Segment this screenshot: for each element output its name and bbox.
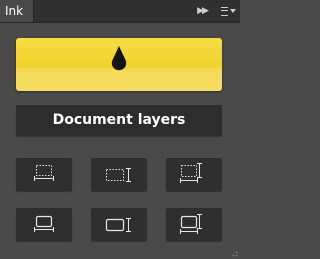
chevron-down-icon [230,9,236,13]
layout-dashed-top-baseline-button[interactable] [16,158,72,191]
layout-dashed-corner-cursor-button[interactable] [166,158,222,191]
dashed-frame-cursor-icon [106,168,131,182]
dashed-frame-baseline-icon [34,165,54,181]
document-layers-button[interactable]: Document layers [16,105,222,136]
panel-tab-bar: Ink ▶▶ [0,0,240,23]
panel-menu-icon[interactable] [220,0,236,22]
layout-solid-corner-cursor-button[interactable] [166,208,222,241]
layout-solid-cursor-button[interactable] [91,208,147,241]
collapse-panel-icon[interactable]: ▶▶ [194,0,210,22]
tab-ink[interactable]: Ink [0,0,34,22]
resize-grip-icon[interactable] [230,249,238,257]
layout-dashed-cursor-button[interactable] [91,158,147,191]
solid-frame-baseline-icon [34,215,54,232]
menu-lines-icon [221,7,228,16]
dashed-frame-corner-cursor-icon [180,163,202,183]
solid-frame-cursor-icon [105,218,131,232]
ink-drop-icon [111,46,127,71]
layout-solid-baseline-button[interactable] [16,208,72,241]
solid-frame-corner-cursor-icon [180,214,202,234]
